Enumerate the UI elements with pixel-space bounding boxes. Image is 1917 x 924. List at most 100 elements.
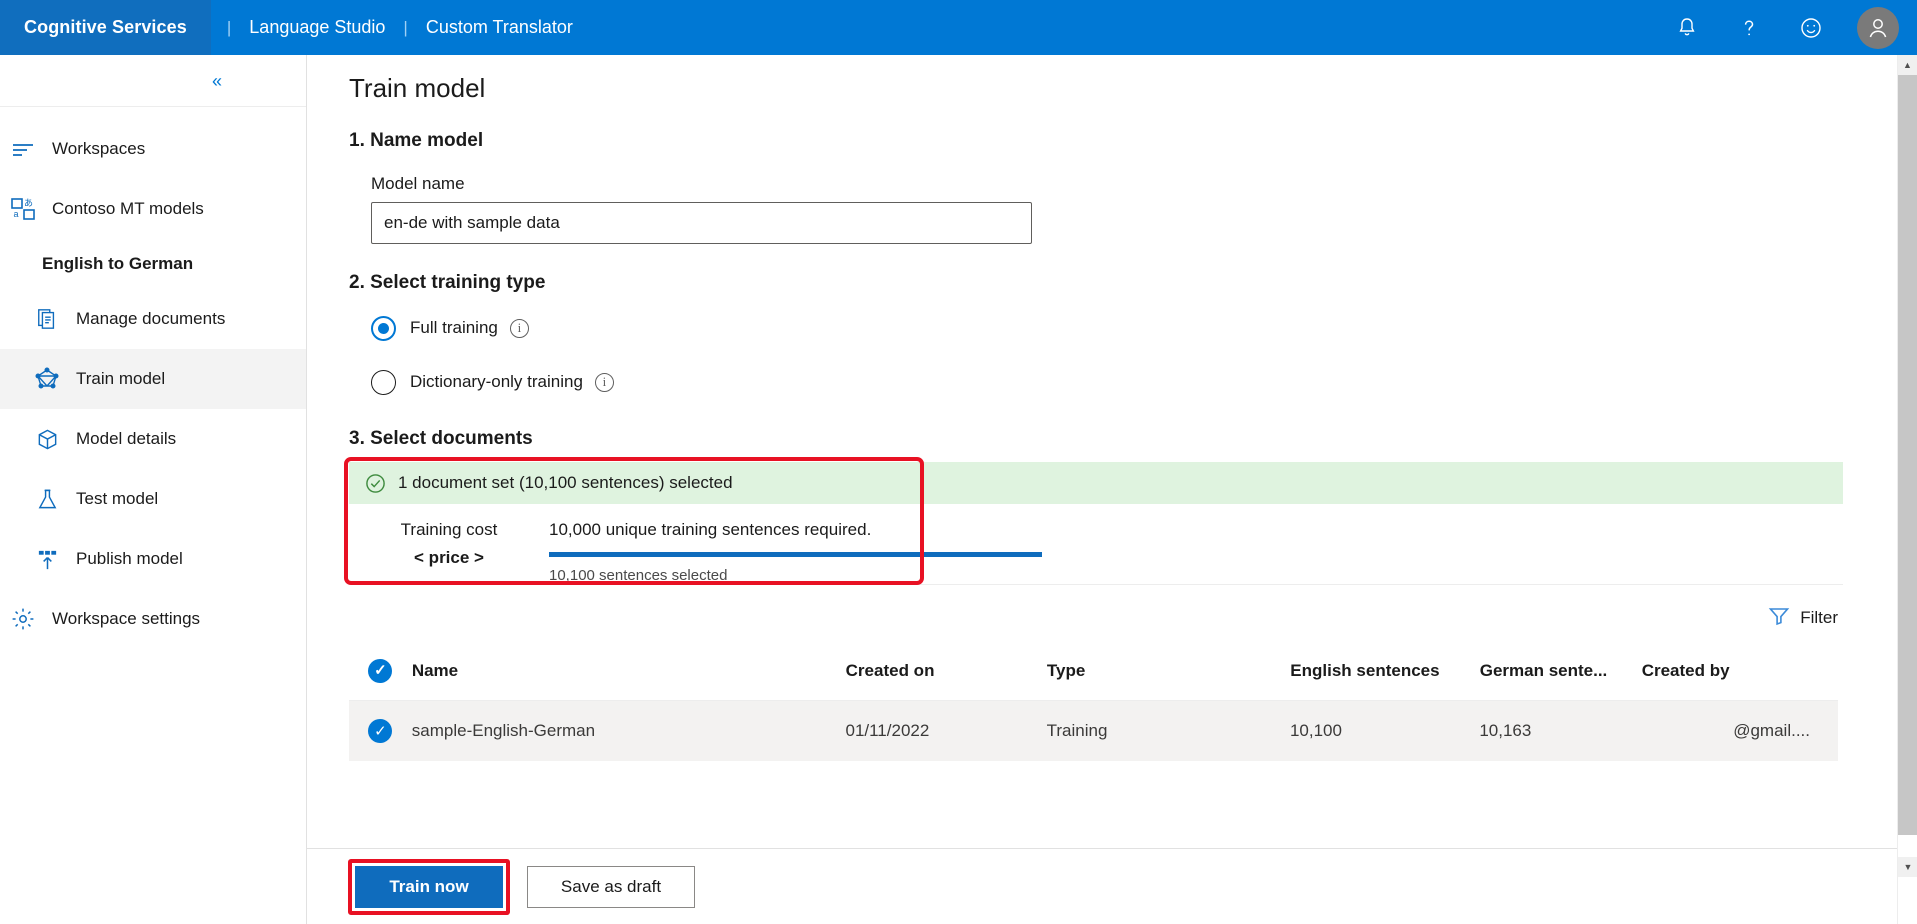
cell-type: Training (1046, 721, 1108, 740)
bell-icon[interactable] (1671, 12, 1703, 44)
sentence-progress-bar (549, 552, 1042, 557)
vertical-scrollbar[interactable]: ▲ ▼ (1897, 55, 1917, 924)
sidebar-item-publish-model[interactable]: Publish model (0, 529, 306, 589)
save-as-draft-button[interactable]: Save as draft (527, 865, 695, 908)
step-2-section: 2. Select training type Full training i … (307, 272, 1900, 402)
info-icon-dictionary-only[interactable]: i (594, 372, 614, 392)
svg-text:あ: あ (24, 198, 33, 208)
sidebar-item-manage-documents[interactable]: Manage documents (0, 289, 306, 349)
train-now-button[interactable]: Train now (355, 865, 503, 908)
top-navigation-bar: Cognitive Services | Language Studio | C… (0, 0, 1917, 55)
cell-english-sentences: 10,100 (1289, 721, 1342, 740)
cell-name: sample-English-German (411, 721, 596, 740)
checkbox-checked-icon: ✓ (368, 719, 393, 743)
cell-created-by: @gmail.... (1733, 721, 1810, 740)
column-header-type[interactable]: Type (1047, 661, 1290, 681)
radio-full-training-label: Full training (410, 318, 498, 337)
filter-row: Filter (307, 595, 1900, 641)
step-2-title: 2. Select training type (349, 272, 546, 293)
selection-banner-text: 1 document set (10,100 sentences) select… (398, 473, 733, 492)
check-circle-icon (365, 473, 386, 494)
step-1-section: 1. Name model Model name (307, 130, 1900, 244)
topbar-separator-1: | (226, 17, 232, 37)
feedback-icon[interactable] (1795, 12, 1827, 44)
training-cost-column: Training cost < price > (349, 504, 549, 584)
cell-german-sentences: 10,163 (1479, 721, 1532, 740)
radio-option-dictionary-only-training[interactable]: Dictionary-only training i (307, 362, 1900, 402)
filter-icon (1768, 605, 1790, 632)
table-header-row: ✓ Name Created on Type English sentences… (349, 641, 1838, 701)
sidebar-item-contoso-mt-models[interactable]: a あ Contoso MT models (0, 179, 306, 239)
help-icon[interactable] (1733, 12, 1765, 44)
brand-cognitive-services[interactable]: Cognitive Services (0, 0, 211, 55)
page-title: Train model (349, 73, 486, 103)
topbar-actions (1671, 0, 1917, 55)
filter-label: Filter (1800, 608, 1838, 627)
radio-dictionary-only-label: Dictionary-only training (410, 372, 583, 391)
sidebar-item-workspaces[interactable]: Workspaces (0, 119, 306, 179)
radio-option-full-training[interactable]: Full training i (307, 308, 1900, 348)
sentence-meter-column: 10,000 unique training sentences require… (549, 504, 1042, 584)
sidebar-item-workspaces-label: Workspaces (52, 139, 146, 158)
sidebar-item-test-model-label: Test model (76, 489, 159, 508)
train-now-wrapper: Train now (348, 858, 510, 915)
sidebar-item-model-details[interactable]: Model details (0, 409, 306, 469)
select-all-checkbox[interactable]: ✓ (349, 658, 412, 683)
training-cost-panel: Training cost < price > 10,000 unique tr… (349, 504, 1843, 585)
training-cost-value: < price > (414, 548, 484, 567)
flask-icon (32, 484, 62, 514)
row-checkbox[interactable]: ✓ (349, 719, 412, 743)
sidebar-item-test-model[interactable]: Test model (0, 469, 306, 529)
model-name-input[interactable] (371, 202, 1032, 244)
sidebar-nav: Workspaces a あ Contoso MT models English… (0, 107, 306, 649)
table-row[interactable]: ✓ sample-English-German 01/11/2022 Train… (349, 701, 1838, 761)
column-header-german-sentences[interactable]: German sente... (1480, 661, 1642, 681)
info-icon-full-training[interactable]: i (509, 318, 529, 338)
column-header-created-by[interactable]: Created by (1642, 661, 1838, 681)
radio-full-training-indicator[interactable] (371, 315, 396, 341)
sidebar-project-heading: English to German (42, 254, 194, 273)
publish-icon (32, 544, 62, 574)
filter-button[interactable]: Filter (1768, 605, 1838, 632)
selection-banner: 1 document set (10,100 sentences) select… (349, 462, 1843, 504)
sidebar-item-train-model[interactable]: Train model (0, 349, 306, 409)
model-name-label: Model name (371, 174, 465, 193)
step-3-title: 3. Select documents (349, 428, 533, 449)
step-3-section: 3. Select documents 1 document set (10,1… (307, 428, 1900, 585)
account-avatar[interactable] (1857, 6, 1899, 49)
collapse-chevron-icon[interactable]: « (212, 72, 222, 90)
sidebar: « Workspaces a あ Contoso MT models Engli… (0, 55, 307, 924)
sidebar-item-workspace-settings-label: Workspace settings (52, 609, 201, 628)
sidebar-item-manage-documents-label: Manage documents (76, 309, 226, 328)
scroll-down-button[interactable]: ▼ (1898, 857, 1917, 877)
workspaces-icon (8, 134, 38, 164)
radio-dictionary-only-indicator[interactable] (371, 369, 396, 395)
checkbox-checked-icon: ✓ (368, 658, 393, 683)
step-1-title: 1. Name model (349, 130, 484, 151)
train-model-icon (32, 364, 62, 394)
gear-icon (8, 604, 38, 634)
column-header-created-on[interactable]: Created on (846, 661, 1047, 681)
cell-created-on: 01/11/2022 (845, 721, 930, 740)
brand-label: Cognitive Services (24, 17, 187, 37)
scrollbar-thumb[interactable] (1898, 75, 1917, 835)
topbar-separator-2: | (403, 17, 408, 37)
package-icon (32, 424, 62, 454)
requirement-text: 10,000 unique training sentences require… (549, 520, 872, 539)
document-selection-summary: 1 document set (10,100 sentences) select… (344, 457, 1843, 585)
column-header-english-sentences[interactable]: English sentences (1290, 661, 1479, 681)
column-header-name[interactable]: Name (412, 661, 846, 681)
svg-text:a: a (14, 209, 19, 219)
sidebar-item-workspace-settings[interactable]: Workspace settings (0, 589, 306, 649)
sidebar-item-contoso-mt-models-label: Contoso MT models (52, 199, 204, 218)
action-footer: Train now Save as draft (307, 848, 1900, 924)
scroll-up-button[interactable]: ▲ (1898, 55, 1917, 75)
documents-table: ✓ Name Created on Type English sentences… (349, 641, 1838, 761)
training-cost-label: Training cost (400, 520, 498, 539)
documents-icon (32, 304, 62, 334)
topbar-link-language-studio[interactable]: Language Studio (247, 17, 387, 38)
topbar-link-custom-translator[interactable]: Custom Translator (424, 17, 575, 38)
sidebar-collapse-row: « (0, 55, 306, 107)
sidebar-item-model-details-label: Model details (76, 429, 177, 448)
selected-sentences-text: 10,100 sentences selected (549, 567, 728, 584)
